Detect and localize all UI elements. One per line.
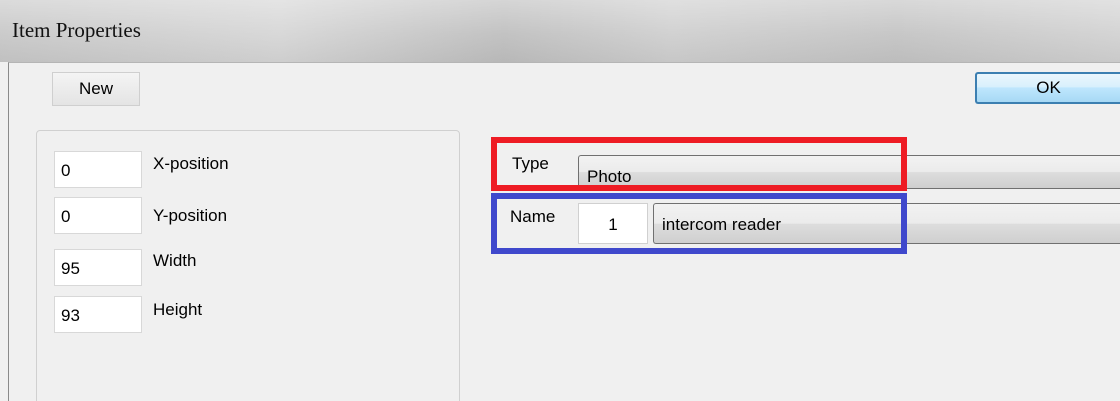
- window-title: Item Properties: [12, 18, 141, 42]
- x-position-label: X-position: [153, 154, 229, 173]
- type-label: Type: [512, 154, 549, 173]
- name-number-input[interactable]: 1: [578, 203, 648, 244]
- y-position-input[interactable]: 0: [54, 197, 142, 234]
- name-select[interactable]: intercom reader: [653, 203, 1120, 244]
- title-bar-glass: [0, 0, 1120, 62]
- ok-button[interactable]: OK: [975, 72, 1120, 104]
- type-select[interactable]: Photo: [578, 155, 1120, 189]
- height-input[interactable]: 93: [54, 296, 142, 333]
- width-input[interactable]: 95: [54, 249, 142, 286]
- x-position-input[interactable]: 0: [54, 151, 142, 188]
- y-position-label: Y-position: [153, 206, 228, 225]
- width-label: Width: [153, 251, 197, 270]
- title-bar[interactable]: Item Properties: [0, 0, 1120, 62]
- name-label: Name: [510, 207, 556, 226]
- item-properties-window: Item Properties New OK 0 X-position 0 Y-…: [0, 0, 1120, 401]
- height-label: Height: [153, 300, 203, 319]
- new-button[interactable]: New: [52, 72, 140, 106]
